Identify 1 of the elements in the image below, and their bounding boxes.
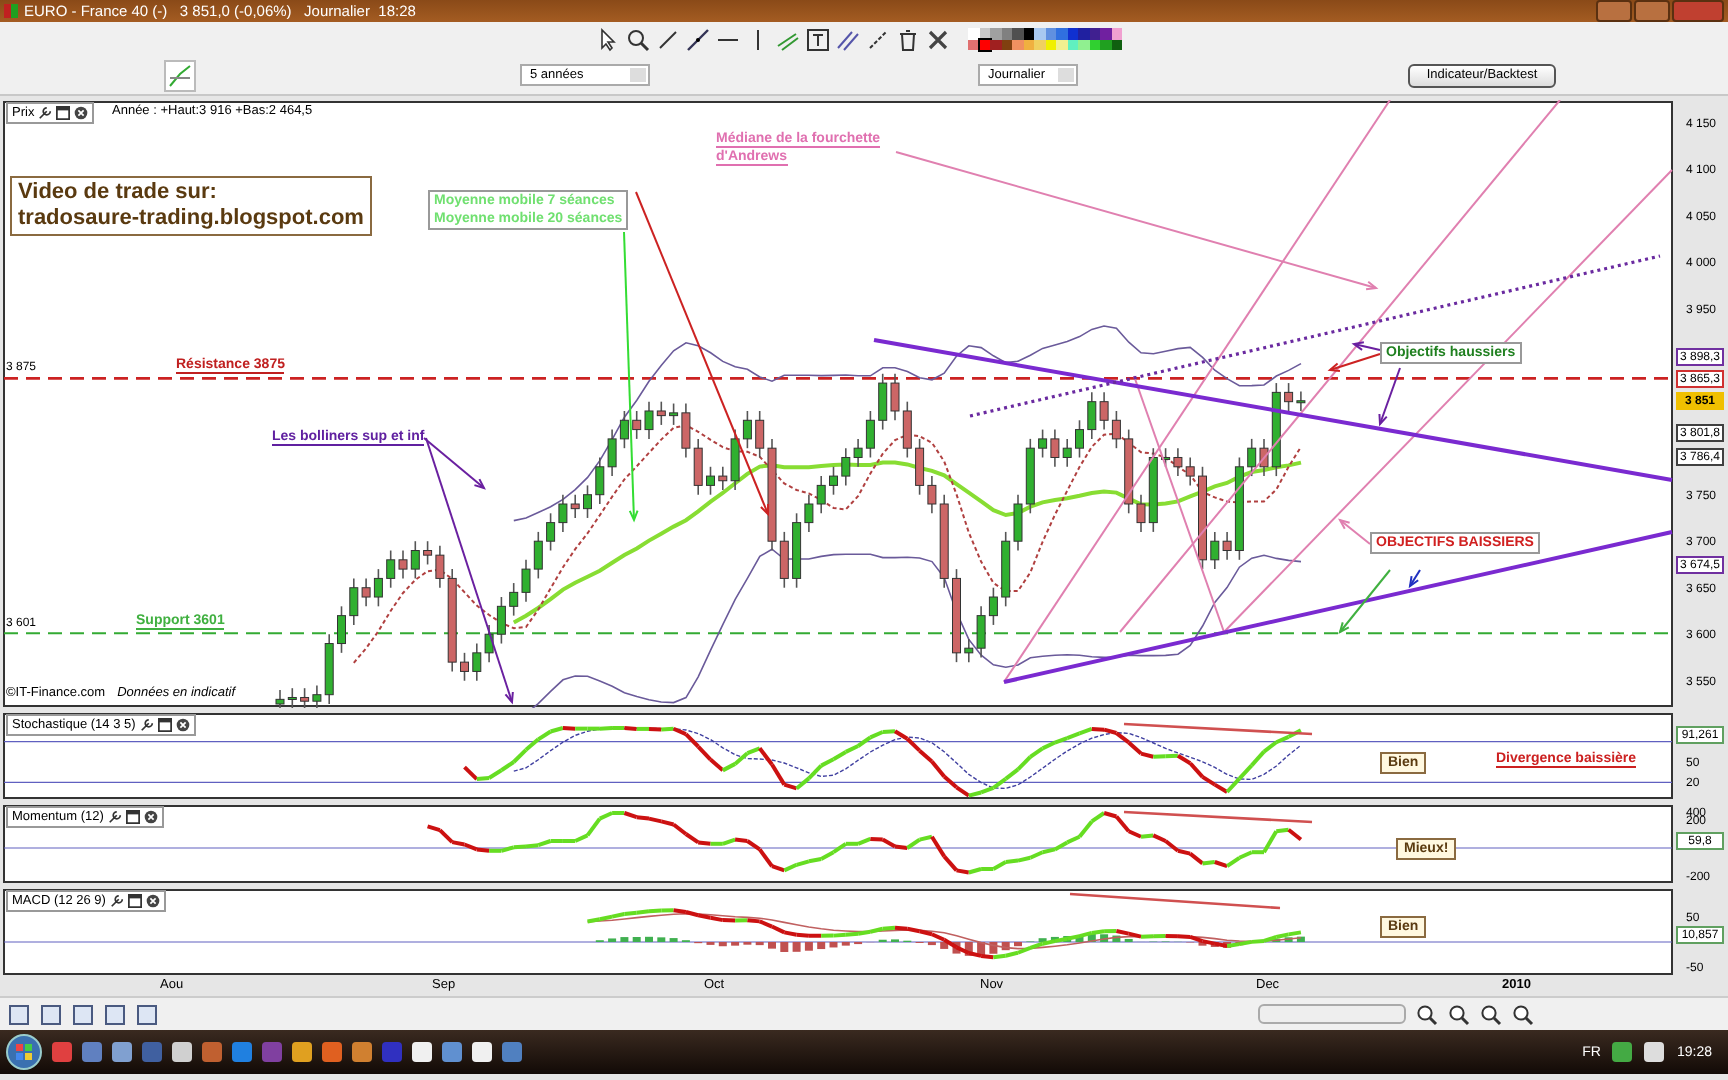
chart-annotation: Video de trade sur: tradosaure-trading.blogspot.com [10, 176, 372, 236]
